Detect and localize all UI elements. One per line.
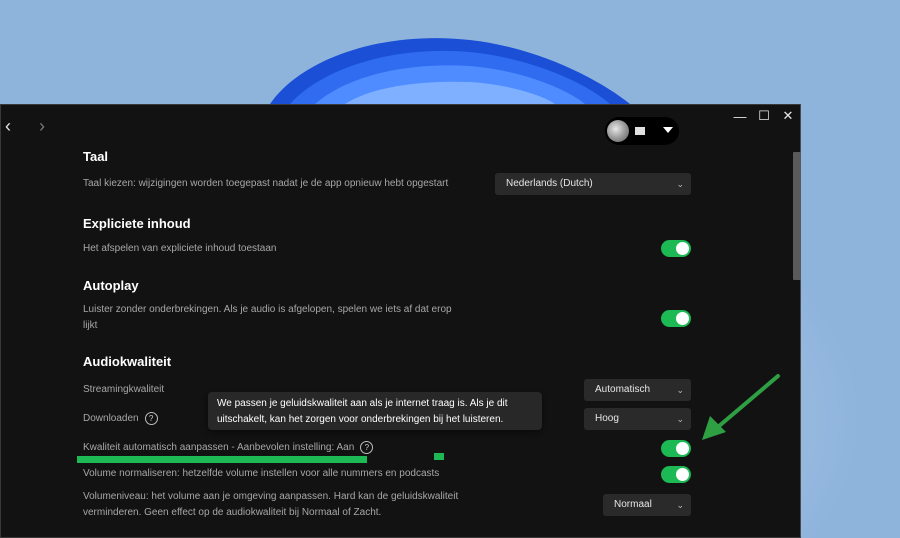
download-quality-value: Hoog <box>595 413 619 424</box>
auto-adjust-label: Kwaliteit automatisch aanpassen - Aanbev… <box>83 442 355 453</box>
close-icon: ✕ <box>782 108 794 123</box>
annotation-underline <box>77 456 367 463</box>
download-label: Downloaden <box>83 413 139 424</box>
minimize-button[interactable]: — <box>728 105 752 127</box>
close-button[interactable]: ✕ <box>776 105 800 127</box>
chevron-down-icon: ⌄ <box>676 500 684 510</box>
autoplay-label-line1: Luister zonder onderbrekingen. Als je au… <box>83 304 452 315</box>
chevron-down-icon: ⌄ <box>676 414 684 424</box>
explicit-label: Het afspelen van expliciete inhoud toest… <box>83 243 277 254</box>
toggle-knob <box>676 442 689 455</box>
annotation-arrow-icon <box>702 374 780 440</box>
auto-adjust-label-row: Kwaliteit automatisch aanpassen - Aanbev… <box>83 440 374 456</box>
caret-down-icon <box>663 127 673 133</box>
section-heading-autoplay: Autoplay <box>83 278 139 293</box>
chevron-down-icon: ⌄ <box>676 385 684 395</box>
volume-level-label-line1: Volumeniveau: het volume aan je omgeving… <box>83 491 459 502</box>
profile-menu-button[interactable] <box>605 117 679 145</box>
volume-level-label-line2: verminderen. Geen effect op de audiokwal… <box>83 507 382 518</box>
forward-button[interactable]: › <box>31 115 53 137</box>
section-heading-explicit: Expliciete inhoud <box>83 216 191 231</box>
volume-level-value: Normaal <box>614 499 652 510</box>
chevron-left-icon: ‹ <box>5 116 11 136</box>
chevron-right-icon: › <box>39 116 45 136</box>
language-select-value: Nederlands (Dutch) <box>506 178 593 189</box>
language-select[interactable]: Nederlands (Dutch) ⌄ <box>495 173 691 195</box>
username-masked <box>635 127 645 135</box>
download-label-row: Downloaden? <box>83 411 158 427</box>
maximize-button[interactable]: ☐ <box>752 105 776 127</box>
chevron-down-icon: ⌄ <box>676 179 684 189</box>
minimize-icon: — <box>733 108 747 124</box>
toggle-knob <box>676 242 689 255</box>
back-button[interactable]: ‹ <box>1 115 19 137</box>
title-bar: ‹ › — ☐ ✕ <box>1 105 800 149</box>
explicit-content-toggle[interactable] <box>661 240 691 257</box>
tooltip-line2: uitschakelt, kan het zorgen voor onderbr… <box>217 414 504 425</box>
streaming-quality-label: Streamingkwaliteit <box>83 384 165 395</box>
streaming-quality-select[interactable]: Automatisch ⌄ <box>584 379 691 401</box>
section-heading-audio-quality: Audiokwaliteit <box>83 354 172 369</box>
avatar <box>607 120 629 142</box>
annotation-mark <box>434 453 444 460</box>
taal-label: Taal kiezen: wijzigingen worden toegepas… <box>83 178 449 189</box>
toggle-knob <box>676 312 689 325</box>
window-controls: — ☐ ✕ <box>728 105 800 127</box>
scrollbar-thumb[interactable] <box>793 152 801 280</box>
section-heading-taal: Taal <box>83 149 109 164</box>
normalize-volume-label: Volume normaliseren: hetzelfde volume in… <box>83 468 440 479</box>
autoplay-label-line2: lijkt <box>83 320 98 331</box>
maximize-icon: ☐ <box>758 108 770 123</box>
auto-adjust-tooltip: We passen je geluidskwaliteit aan als je… <box>208 392 542 430</box>
volume-level-select[interactable]: Normaal ⌄ <box>603 494 691 516</box>
tooltip-line1: We passen je geluidskwaliteit aan als je… <box>217 398 508 409</box>
toggle-knob <box>676 468 689 481</box>
download-quality-select[interactable]: Hoog ⌄ <box>584 408 691 430</box>
auto-adjust-quality-toggle[interactable] <box>661 440 691 457</box>
help-icon[interactable]: ? <box>360 440 374 454</box>
help-icon[interactable]: ? <box>144 411 158 425</box>
streaming-quality-value: Automatisch <box>595 384 651 395</box>
normalize-volume-toggle[interactable] <box>661 466 691 483</box>
autoplay-toggle[interactable] <box>661 310 691 327</box>
